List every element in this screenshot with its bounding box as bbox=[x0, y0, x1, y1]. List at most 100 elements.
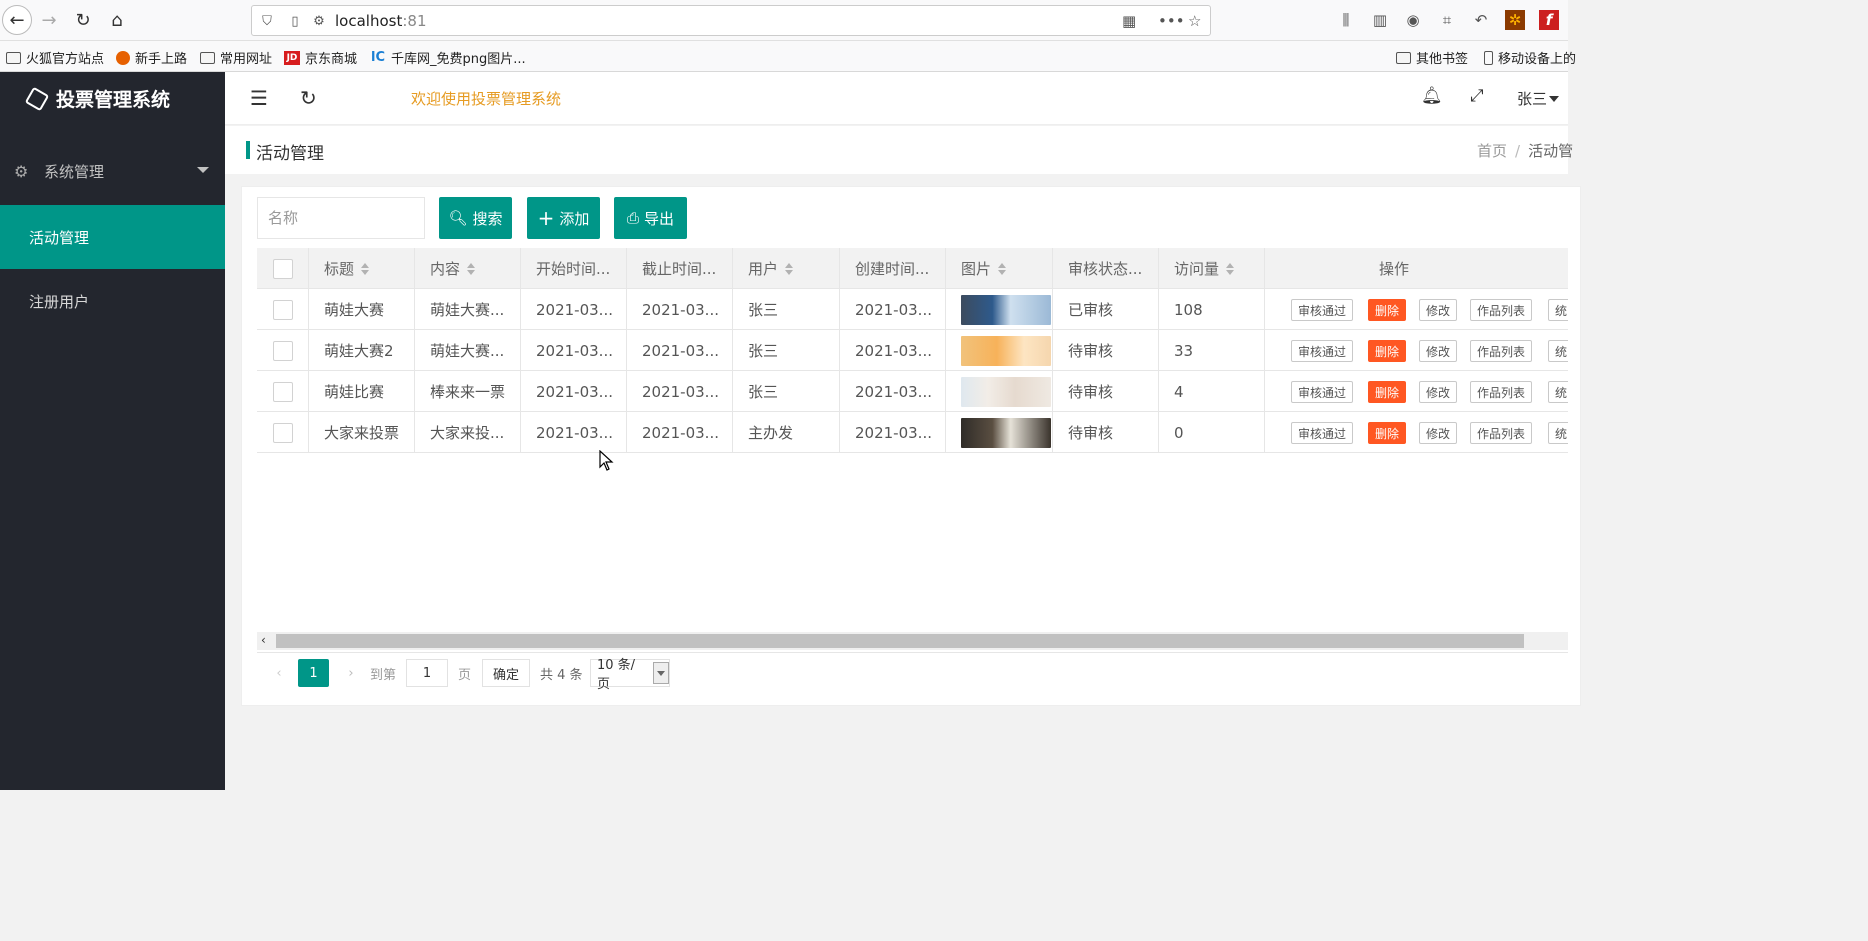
edit-button[interactable]: 修改 bbox=[1419, 381, 1458, 403]
cell-created: 2021-03... bbox=[840, 371, 946, 412]
sidebar-item-activities[interactable]: 活动管理 bbox=[0, 205, 225, 269]
bookmark-common-sites[interactable]: 常用网址 bbox=[200, 48, 272, 67]
sort-icon[interactable] bbox=[467, 262, 476, 275]
approve-button[interactable]: 审核通过 bbox=[1291, 381, 1354, 403]
row-checkbox[interactable] bbox=[273, 299, 293, 320]
cell-image bbox=[946, 412, 1053, 453]
back-icon[interactable]: ← bbox=[2, 5, 32, 35]
confirm-button[interactable]: 确定 bbox=[482, 659, 530, 687]
activity-image[interactable] bbox=[961, 417, 1051, 448]
forward-icon[interactable]: → bbox=[36, 7, 62, 33]
delete-button[interactable]: 删除 bbox=[1368, 299, 1407, 321]
account-icon[interactable]: ◉ bbox=[1403, 10, 1423, 30]
works-list-button[interactable]: 作品列表 bbox=[1470, 299, 1533, 321]
sidebar-item-users[interactable]: 注册用户 bbox=[0, 269, 225, 333]
works-list-button[interactable]: 作品列表 bbox=[1470, 381, 1533, 403]
bookmark-jd[interactable]: JD 京东商城 bbox=[284, 48, 357, 67]
qianku-icon: lC bbox=[371, 50, 385, 65]
page-1-button[interactable]: 1 bbox=[298, 659, 329, 687]
shield-icon: ⛉ bbox=[262, 13, 272, 29]
scroll-left-icon[interactable]: ‹ bbox=[261, 633, 266, 647]
stats-button[interactable]: 统 bbox=[1548, 299, 1568, 321]
delete-button[interactable]: 删除 bbox=[1368, 422, 1407, 444]
row-checkbox[interactable] bbox=[273, 422, 293, 443]
breadcrumb-home[interactable]: 首页 bbox=[1477, 142, 1507, 160]
sort-icon[interactable] bbox=[998, 262, 1007, 275]
col-content[interactable]: 内容 bbox=[415, 248, 521, 289]
url-bar[interactable]: ⛉ ▯ ⚙ localhost:81 ▦ ••• ☆ bbox=[251, 5, 1211, 36]
library-icon[interactable]: ⫼ bbox=[1336, 10, 1356, 30]
stats-button[interactable]: 统 bbox=[1548, 340, 1568, 362]
reload-icon[interactable]: ↻ bbox=[70, 7, 96, 33]
sidebar-toggle-icon[interactable]: ▥ bbox=[1370, 10, 1390, 30]
bookmark-qianku[interactable]: lC 千库网_免费png图片... bbox=[370, 48, 526, 67]
add-button[interactable]: + 添加 bbox=[527, 197, 600, 239]
approve-button[interactable]: 审核通过 bbox=[1291, 422, 1354, 444]
col-created[interactable]: 创建时间... bbox=[840, 248, 946, 289]
refresh-icon[interactable]: ↻ bbox=[300, 86, 317, 110]
delete-button[interactable]: 删除 bbox=[1368, 340, 1407, 362]
bookmark-mobile[interactable]: 移动设备上的 bbox=[1484, 48, 1576, 67]
activity-image[interactable] bbox=[961, 335, 1051, 366]
page-size-select[interactable]: 10 条/页 bbox=[590, 658, 670, 692]
delete-button[interactable]: 删除 bbox=[1368, 381, 1407, 403]
col-user[interactable]: 用户 bbox=[733, 248, 840, 289]
col-title[interactable]: 标题 bbox=[309, 248, 415, 289]
bell-icon[interactable]: 🔔︎ bbox=[1421, 86, 1443, 106]
edit-button[interactable]: 修改 bbox=[1419, 340, 1458, 362]
home-icon[interactable]: ⌂ bbox=[104, 7, 130, 33]
page-icon: ▯ bbox=[291, 13, 299, 29]
bookmark-getting-started[interactable]: 新手上路 bbox=[116, 48, 187, 67]
screenshot-icon[interactable]: ⌗ bbox=[1437, 10, 1457, 30]
permissions-icon[interactable]: ⚙ bbox=[310, 12, 328, 30]
sort-icon[interactable] bbox=[1226, 262, 1235, 275]
sort-icon[interactable] bbox=[361, 262, 370, 275]
scrollbar-thumb[interactable] bbox=[276, 634, 1524, 648]
welcome-text: 欢迎使用投票管理系统 bbox=[411, 90, 562, 108]
prev-page-icon[interactable]: ‹ bbox=[271, 659, 287, 687]
edit-button[interactable]: 修改 bbox=[1419, 422, 1458, 444]
search-button[interactable]: 🔍︎ 搜索 bbox=[439, 197, 512, 239]
activity-image[interactable] bbox=[961, 376, 1051, 407]
cell-content: 萌娃大赛... bbox=[415, 330, 521, 371]
flash-icon[interactable]: f bbox=[1539, 10, 1559, 30]
stats-button[interactable]: 统 bbox=[1548, 381, 1568, 403]
app-logo[interactable]: 投票管理系统 bbox=[0, 72, 225, 125]
extension-icon[interactable]: ✲ bbox=[1505, 10, 1525, 30]
row-checkbox[interactable] bbox=[273, 381, 293, 402]
table-row: 大家来投票 大家来投... 2021-03... 2021-03... 主办发 … bbox=[257, 412, 1568, 453]
col-visits[interactable]: 访问量 bbox=[1159, 248, 1265, 289]
undo-icon[interactable]: ↶ bbox=[1471, 10, 1491, 30]
col-image[interactable]: 图片 bbox=[946, 248, 1053, 289]
bookmark-firefox-site[interactable]: 火狐官方站点 bbox=[6, 48, 104, 67]
approve-button[interactable]: 审核通过 bbox=[1291, 340, 1354, 362]
more-icon[interactable]: ••• bbox=[1158, 12, 1185, 30]
approve-button[interactable]: 审核通过 bbox=[1291, 299, 1354, 321]
stats-button[interactable]: 统 bbox=[1548, 422, 1568, 444]
col-end[interactable]: 截止时间... bbox=[627, 248, 733, 289]
goto-page-input[interactable]: 1 bbox=[406, 659, 448, 687]
col-status[interactable]: 审核状态... bbox=[1053, 248, 1159, 289]
horizontal-scrollbar[interactable]: ‹ bbox=[257, 632, 1568, 650]
next-page-icon[interactable]: › bbox=[343, 659, 359, 687]
menu-collapse-icon[interactable]: ☰ bbox=[250, 86, 268, 110]
works-list-button[interactable]: 作品列表 bbox=[1470, 340, 1533, 362]
select-all-checkbox[interactable] bbox=[273, 258, 293, 279]
works-list-button[interactable]: 作品列表 bbox=[1470, 422, 1533, 444]
sidebar-group-system[interactable]: ⚙ 系统管理 bbox=[0, 152, 225, 190]
bookmark-other[interactable]: 其他书签 bbox=[1396, 48, 1468, 67]
col-start[interactable]: 开始时间... bbox=[521, 248, 627, 289]
user-menu[interactable]: 张三 bbox=[1517, 88, 1560, 109]
export-button[interactable]: ⎙ 导出 bbox=[614, 197, 687, 239]
qr-code-icon[interactable]: ▦ bbox=[1122, 12, 1136, 30]
bookmark-star-icon[interactable]: ☆ bbox=[1188, 12, 1201, 30]
search-input[interactable] bbox=[257, 197, 425, 239]
gear-icon: ⚙ bbox=[14, 161, 29, 181]
title-accent bbox=[246, 141, 250, 159]
activity-image[interactable] bbox=[961, 294, 1051, 325]
cell-content: 棒来来一票 bbox=[415, 371, 521, 412]
sort-icon[interactable] bbox=[785, 262, 794, 275]
edit-button[interactable]: 修改 bbox=[1419, 299, 1458, 321]
fullscreen-icon[interactable]: ⤢ bbox=[1470, 86, 1484, 106]
row-checkbox[interactable] bbox=[273, 340, 293, 361]
